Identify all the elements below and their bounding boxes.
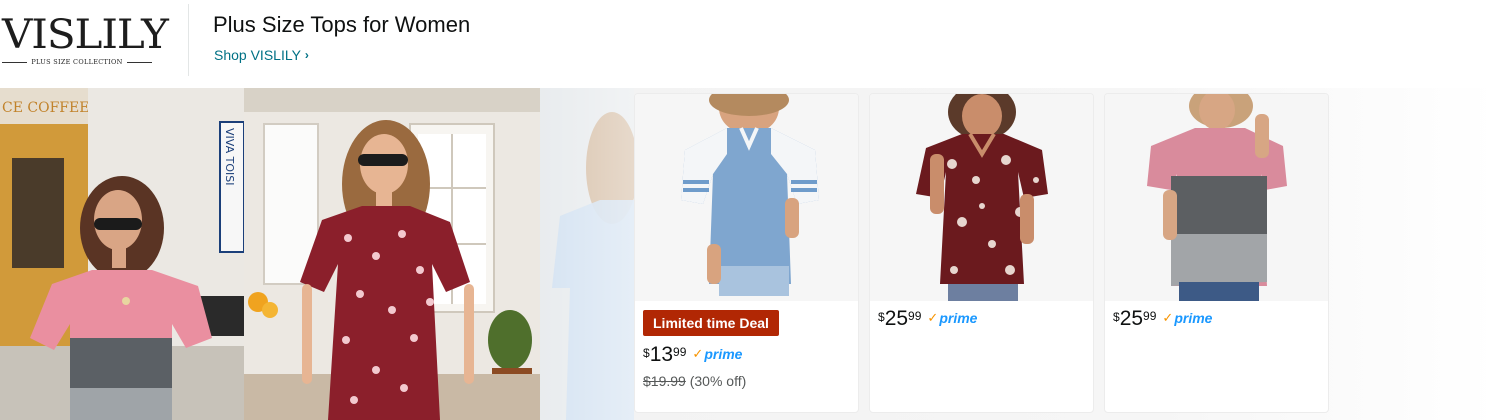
prime-label: prime: [704, 346, 743, 362]
product-price[interactable]: $ 25 99 ✓ prime: [878, 308, 1085, 329]
brand-logo-tagline-row: PLUS SIZE COLLECTION: [2, 58, 153, 66]
shop-brand-link[interactable]: Shop VISLILY ›: [214, 47, 309, 63]
store-header: VISLILY PLUS SIZE COLLECTION Plus Size T…: [0, 0, 1498, 88]
brand-logo-wordmark: VISLILY: [2, 12, 169, 58]
color-block-tee-image[interactable]: [1105, 94, 1328, 301]
price-fraction: 99: [1143, 309, 1157, 323]
store-title: Plus Size Tops for Women: [213, 12, 471, 37]
lifestyle-image-floral[interactable]: [244, 88, 540, 420]
product-image-3: [1105, 94, 1328, 301]
prime-check-icon: ✓: [692, 346, 704, 361]
product-card[interactable]: $ 25 99 ✓ prime: [1104, 93, 1329, 413]
tagline-rule-left: [2, 61, 28, 63]
price-fraction: 99: [908, 309, 922, 323]
product-price[interactable]: $ 25 99 ✓ prime: [1113, 308, 1320, 329]
coffee-sign-text: CE COFFEE: [2, 100, 89, 116]
product-image-2: [870, 94, 1093, 301]
prime-label: prime: [1174, 310, 1213, 326]
prime-badge: ✓ prime: [927, 310, 977, 326]
discount-percent: (30% off): [689, 373, 747, 389]
lifestyle-photo-1: CE COFFEE VIVA TOISI: [0, 88, 244, 420]
floral-henley-top-image[interactable]: [870, 94, 1093, 301]
lifestyle-image-color-block[interactable]: CE COFFEE VIVA TOISI: [0, 88, 244, 420]
shop-brand-link-label: Shop VISLILY: [214, 47, 301, 63]
vertical-sign-text: VIVA TOISI: [223, 128, 236, 185]
list-price: $19.99: [643, 373, 686, 389]
list-price-row: $19.99 (30% off): [643, 373, 850, 389]
lifestyle-photo-3: [540, 88, 634, 420]
price-currency: $: [643, 346, 650, 360]
tagline-rule-right: [126, 61, 153, 63]
product-info: Limited time Deal $ 13 99 ✓ prime $19.99…: [643, 308, 850, 389]
price-fraction: 99: [673, 345, 687, 359]
lifestyle-hero[interactable]: CE COFFEE VIVA TOISI: [0, 88, 634, 420]
prime-badge: ✓ prime: [1162, 310, 1212, 326]
product-price[interactable]: $ 13 99 ✓ prime: [643, 344, 850, 365]
product-info: $ 25 99 ✓ prime: [878, 308, 1085, 329]
product-card[interactable]: $ 25 99 ✓ prime: [869, 93, 1094, 413]
price-whole: 13: [649, 343, 674, 366]
prime-label: prime: [939, 310, 978, 326]
blue-raglan-tee-image[interactable]: [635, 94, 858, 301]
brand-logo[interactable]: VISLILY PLUS SIZE COLLECTION: [0, 8, 170, 70]
deal-badge: Limited time Deal: [643, 310, 779, 336]
price-whole: 25: [884, 307, 909, 330]
prime-badge: ✓ prime: [692, 346, 742, 362]
prime-check-icon: ✓: [1162, 310, 1174, 325]
price-currency: $: [1113, 310, 1120, 324]
product-image-1: [635, 94, 858, 301]
price-currency: $: [878, 310, 885, 324]
price-whole: 25: [1119, 307, 1144, 330]
brand-logo-tagline: PLUS SIZE COLLECTION: [31, 58, 123, 66]
product-info: $ 25 99 ✓ prime: [1113, 308, 1320, 329]
prime-check-icon: ✓: [927, 310, 939, 325]
chevron-right-icon: ›: [304, 48, 309, 62]
product-card[interactable]: Limited time Deal $ 13 99 ✓ prime $19.99…: [634, 93, 859, 413]
header-divider: [188, 4, 189, 76]
lifestyle-image-light-blue[interactable]: [540, 88, 634, 420]
lifestyle-photo-2: [244, 88, 540, 420]
